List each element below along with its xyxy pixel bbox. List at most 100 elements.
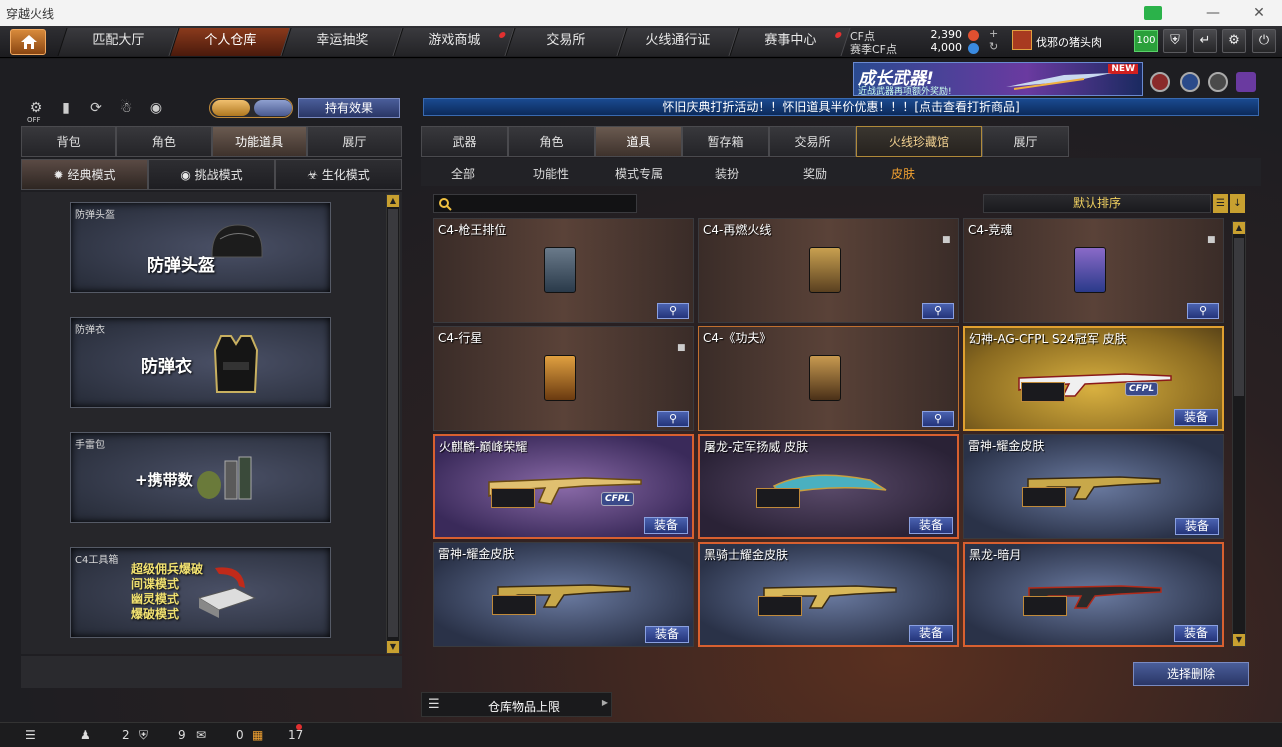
equip-button[interactable]: 装备 bbox=[1174, 409, 1218, 426]
view-toggle[interactable] bbox=[209, 98, 293, 118]
list-view-icon[interactable]: ☰ bbox=[1213, 194, 1228, 213]
inspect-button[interactable]: ⚲ bbox=[1187, 303, 1219, 319]
menu-icon[interactable]: ☰ bbox=[25, 728, 36, 742]
character-view-icon[interactable] bbox=[212, 100, 250, 116]
gift-icon[interactable]: ▦ bbox=[252, 728, 263, 742]
tab-backpack[interactable]: 背包 bbox=[21, 126, 117, 157]
tab-character[interactable]: 角色 bbox=[116, 126, 212, 157]
search-input[interactable] bbox=[433, 194, 637, 213]
tab-roles[interactable]: 角色 bbox=[508, 126, 595, 157]
equip-button[interactable]: 装备 bbox=[645, 626, 689, 643]
item-card[interactable]: 火麒麟-巅峰荣耀 CFPL 装备 bbox=[433, 434, 694, 539]
subtab-cosmetic[interactable]: 装扮 bbox=[715, 165, 739, 182]
tab-showroom[interactable]: 展厅 bbox=[306, 126, 402, 157]
select-delete-button[interactable]: 选择删除 bbox=[1133, 662, 1249, 686]
nav-tab-exchange[interactable]: 交易所 bbox=[505, 28, 627, 56]
scroll-down-icon[interactable]: ▼ bbox=[1233, 634, 1245, 646]
item-card[interactable]: 幻神-AG-CFPL S24冠军 皮肤 CFPL 装备 bbox=[963, 326, 1224, 431]
left-scrollbar[interactable]: ▲ ▼ bbox=[386, 194, 400, 654]
nav-tab-shop[interactable]: 游戏商城 bbox=[393, 28, 515, 56]
refresh-icon[interactable]: ↻ bbox=[989, 40, 998, 53]
scroll-up-icon[interactable]: ▲ bbox=[1233, 222, 1245, 234]
nav-tab-lottery[interactable]: 幸运抽奖 bbox=[281, 28, 403, 56]
item-card[interactable]: C4-行星 ■ ⚲ bbox=[433, 326, 694, 431]
shield-icon[interactable]: ⛨ bbox=[1163, 29, 1187, 53]
promo-banner[interactable]: 怀旧庆典打折活动！！怀旧道具半价优惠！！！[点击查看打折商品] bbox=[423, 98, 1259, 116]
item-card[interactable]: C4-再燃火线 ■ ⚲ bbox=[698, 218, 959, 323]
sort-direction-icon[interactable]: ↓ bbox=[1230, 194, 1245, 213]
sort-dropdown[interactable]: 默认排序 bbox=[983, 194, 1211, 213]
item-card[interactable]: 屠龙-定军扬威 皮肤 装备 bbox=[698, 434, 959, 539]
tab-weapons[interactable]: 武器 bbox=[421, 126, 508, 157]
slot-helmet[interactable]: 防弹头盔 防弹头盔 bbox=[70, 202, 331, 293]
nav-tab-inventory[interactable]: 个人仓库 bbox=[169, 28, 291, 56]
slot-grenade-pack[interactable]: 手雷包 +携带数 bbox=[70, 432, 331, 523]
tab-showroom[interactable]: 展厅 bbox=[982, 126, 1069, 157]
equip-button[interactable]: 装备 bbox=[909, 517, 953, 534]
event-icon-1[interactable] bbox=[1150, 72, 1170, 92]
scroll-thumb[interactable] bbox=[388, 209, 398, 637]
add-cf-icon[interactable]: + bbox=[989, 27, 998, 40]
scroll-up-icon[interactable]: ▲ bbox=[387, 195, 399, 207]
event-icon-3[interactable] bbox=[1208, 72, 1228, 92]
tab-collection[interactable]: 火线珍藏馆 bbox=[856, 126, 982, 157]
item-card[interactable]: C4-枪王排位 ⚲ bbox=[433, 218, 694, 323]
grid-scrollbar[interactable]: ▲ ▼ bbox=[1232, 221, 1246, 647]
chat-icon[interactable]: ✉ bbox=[196, 728, 206, 742]
capacity-bar[interactable]: ☰ 仓库物品上限 ▶ bbox=[421, 692, 612, 717]
inspect-button[interactable]: ⚲ bbox=[922, 411, 954, 427]
subtab-mode-exclusive[interactable]: 模式专属 bbox=[615, 165, 663, 182]
power-icon[interactable]: ⏻ bbox=[1252, 29, 1276, 53]
bag-icon[interactable]: ◉ bbox=[145, 97, 167, 119]
event-icon-2[interactable] bbox=[1180, 72, 1200, 92]
friends-icon[interactable]: ♟ bbox=[80, 728, 91, 742]
equip-button[interactable]: 装备 bbox=[1174, 625, 1218, 642]
inspect-button[interactable]: ⚲ bbox=[922, 303, 954, 319]
shield-icon[interactable]: ⛨ bbox=[139, 728, 148, 743]
mode-zombie[interactable]: ☣ 生化模式 bbox=[275, 159, 402, 190]
item-card[interactable]: 雷神-耀金皮肤 装备 bbox=[963, 434, 1224, 539]
close-button[interactable]: ✕ bbox=[1236, 0, 1282, 26]
event-icon-4[interactable] bbox=[1236, 72, 1256, 92]
toggle-off-icon[interactable]: OFF ⚙ bbox=[25, 97, 47, 124]
scroll-down-icon[interactable]: ▼ bbox=[387, 641, 399, 653]
subtab-skin[interactable]: 皮肤 bbox=[891, 165, 915, 182]
mode-challenge[interactable]: ◉ 挑战模式 bbox=[148, 159, 275, 190]
equip-button[interactable]: 装备 bbox=[644, 517, 688, 534]
subtab-all[interactable]: 全部 bbox=[451, 165, 475, 182]
home-button[interactable] bbox=[10, 29, 46, 55]
nav-tab-events[interactable]: 赛事中心 bbox=[729, 28, 851, 56]
refresh-icon[interactable]: ⟳ bbox=[85, 97, 107, 119]
effects-button[interactable]: 持有效果 bbox=[298, 98, 400, 118]
nav-tab-battlepass[interactable]: 火线通行证 bbox=[617, 28, 739, 56]
equip-button[interactable]: 装备 bbox=[909, 625, 953, 642]
item-card[interactable]: 黑龙-暗月 装备 bbox=[963, 542, 1224, 647]
minimize-button[interactable]: — bbox=[1190, 0, 1236, 26]
item-card[interactable]: 黑骑士耀金皮肤 装备 bbox=[698, 542, 959, 647]
ad-banner[interactable]: 成长武器! 近战武器再项额外奖励! NEW bbox=[853, 62, 1143, 97]
inspect-button[interactable]: ⚲ bbox=[657, 303, 689, 319]
shield-view-icon[interactable] bbox=[254, 100, 292, 116]
stats-icon[interactable]: ▮ bbox=[55, 97, 77, 119]
tab-exchange[interactable]: 交易所 bbox=[769, 126, 856, 157]
scroll-thumb[interactable] bbox=[1234, 238, 1244, 396]
slot-c4-toolbox[interactable]: C4工具箱 超级佣兵爆破 间谍模式 幽灵模式 爆破模式 bbox=[70, 547, 331, 638]
back-icon[interactable]: ↵ bbox=[1193, 29, 1217, 53]
subtab-functional[interactable]: 功能性 bbox=[533, 165, 569, 182]
tab-items[interactable]: 道具 bbox=[595, 126, 682, 157]
item-card[interactable]: C4-《功夫》 ⚲ bbox=[698, 326, 959, 431]
item-card[interactable]: 雷神-耀金皮肤 装备 bbox=[433, 542, 694, 647]
equip-button[interactable]: 装备 bbox=[1175, 518, 1219, 535]
item-card[interactable]: C4-竞魂 ■ ⚲ bbox=[963, 218, 1224, 323]
mode-classic[interactable]: ✹ 经典模式 bbox=[21, 159, 148, 190]
subtab-reward[interactable]: 奖励 bbox=[803, 165, 827, 182]
tab-storage[interactable]: 暂存箱 bbox=[682, 126, 769, 157]
left-tabs: 背包 角色 功能道具 展厅 bbox=[21, 126, 402, 157]
inspect-button[interactable]: ⚲ bbox=[657, 411, 689, 427]
character-icon[interactable]: ☃ bbox=[115, 97, 137, 119]
nav-tab-match-hall[interactable]: 匹配大厅 bbox=[57, 28, 179, 56]
player-name[interactable]: 伐邪の猪头肉 bbox=[1036, 34, 1102, 50]
tab-function-items[interactable]: 功能道具 bbox=[211, 126, 307, 157]
slot-vest[interactable]: 防弹衣 防弹衣 bbox=[70, 317, 331, 408]
gear-icon[interactable]: ⚙ bbox=[1222, 29, 1246, 53]
